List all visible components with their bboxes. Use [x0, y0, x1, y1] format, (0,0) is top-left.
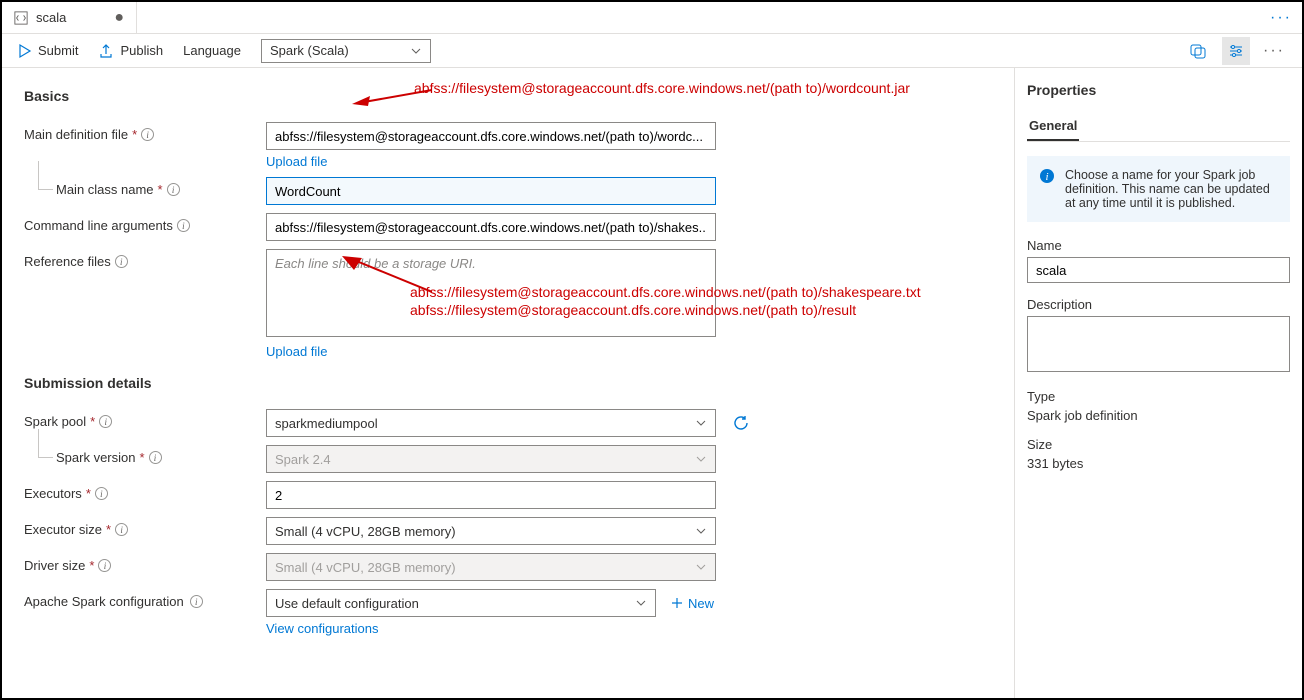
- size-value: 331 bytes: [1027, 456, 1290, 471]
- svg-text:i: i: [1045, 171, 1048, 183]
- required-indicator: *: [89, 558, 94, 573]
- spark-conf-select[interactable]: Use default configuration: [266, 589, 656, 617]
- spark-pool-select[interactable]: sparkmediumpool: [266, 409, 716, 437]
- required-indicator: *: [86, 486, 91, 501]
- info-icon[interactable]: i: [149, 451, 162, 464]
- main-def-label: Main definition file: [24, 127, 128, 142]
- plus-icon: [670, 596, 684, 610]
- properties-heading: Properties: [1027, 82, 1290, 98]
- main-class-label: Main class name: [56, 182, 154, 197]
- driver-size-select: Small (4 vCPU, 28GB memory): [266, 553, 716, 581]
- annotation-text: abfss://filesystem@storageaccount.dfs.co…: [414, 80, 910, 96]
- cmd-args-label: Command line arguments: [24, 218, 173, 233]
- info-icon[interactable]: i: [115, 523, 128, 536]
- required-indicator: *: [158, 182, 163, 197]
- more-dots-icon: ···: [1263, 42, 1285, 60]
- required-indicator: *: [132, 127, 137, 142]
- executor-size-select[interactable]: Small (4 vCPU, 28GB memory): [266, 517, 716, 545]
- info-icon[interactable]: i: [98, 559, 111, 572]
- name-input[interactable]: [1027, 257, 1290, 283]
- help-box: i Choose a name for your Spark job defin…: [1027, 156, 1290, 222]
- spark-conf-label: Apache Spark configuration: [24, 594, 184, 609]
- related-button[interactable]: [1184, 37, 1212, 65]
- view-configurations-link[interactable]: View configurations: [266, 621, 716, 636]
- upload-file-link[interactable]: Upload file: [266, 154, 716, 169]
- required-indicator: *: [139, 450, 144, 465]
- chevron-down-icon: [410, 45, 422, 57]
- spark-version-select: Spark 2.4: [266, 445, 716, 473]
- chevron-down-icon: [695, 561, 707, 573]
- help-text: Choose a name for your Spark job definit…: [1065, 168, 1278, 210]
- main-class-input[interactable]: [266, 177, 716, 205]
- unsaved-indicator-icon: ●: [114, 9, 124, 27]
- spark-version-value: Spark 2.4: [275, 452, 331, 467]
- info-icon[interactable]: i: [177, 219, 190, 232]
- description-textarea[interactable]: [1027, 316, 1290, 372]
- more-toolbar-button[interactable]: ···: [1260, 37, 1288, 65]
- chevron-down-icon: [695, 453, 707, 465]
- submit-button[interactable]: Submit: [16, 43, 78, 59]
- required-indicator: *: [90, 414, 95, 429]
- driver-size-label: Driver size: [24, 558, 85, 573]
- name-label: Name: [1027, 238, 1290, 253]
- size-label: Size: [1027, 437, 1290, 452]
- spark-conf-value: Use default configuration: [275, 596, 419, 611]
- submission-heading: Submission details: [24, 375, 992, 391]
- properties-panel: Properties General i Choose a name for y…: [1014, 68, 1302, 698]
- spark-pool-label: Spark pool: [24, 414, 86, 429]
- language-select[interactable]: Spark (Scala): [261, 39, 431, 63]
- chevron-down-icon: [695, 525, 707, 537]
- tab-title: scala: [36, 10, 66, 25]
- info-filled-icon: i: [1039, 168, 1055, 184]
- main-def-input[interactable]: [266, 122, 716, 150]
- tab-general[interactable]: General: [1027, 112, 1079, 141]
- info-icon[interactable]: i: [99, 415, 112, 428]
- info-icon[interactable]: i: [167, 183, 180, 196]
- file-tab[interactable]: scala ●: [2, 2, 137, 33]
- info-icon[interactable]: i: [115, 255, 128, 268]
- type-label: Type: [1027, 389, 1290, 404]
- info-icon[interactable]: i: [190, 595, 203, 608]
- info-icon[interactable]: i: [95, 487, 108, 500]
- tab-overflow-button[interactable]: ···: [1260, 2, 1302, 33]
- type-value: Spark job definition: [1027, 408, 1290, 423]
- cmd-args-input[interactable]: [266, 213, 716, 241]
- description-label: Description: [1027, 297, 1290, 312]
- language-label: Language: [183, 43, 241, 58]
- annotation-text: abfss://filesystem@storageaccount.dfs.co…: [410, 302, 856, 318]
- spark-version-label: Spark version: [56, 450, 135, 465]
- info-icon[interactable]: i: [141, 128, 154, 141]
- executors-label: Executors: [24, 486, 82, 501]
- executor-size-value: Small (4 vCPU, 28GB memory): [275, 524, 456, 539]
- spark-pool-value: sparkmediumpool: [275, 416, 378, 431]
- publish-label: Publish: [120, 43, 163, 58]
- play-icon: [16, 43, 32, 59]
- publish-button[interactable]: Publish: [98, 43, 163, 59]
- more-dots-icon: ···: [1270, 9, 1292, 27]
- language-value: Spark (Scala): [270, 43, 349, 58]
- upload-file-link[interactable]: Upload file: [266, 344, 716, 359]
- required-indicator: *: [106, 522, 111, 537]
- executors-input[interactable]: [266, 481, 716, 509]
- properties-panel-button[interactable]: [1222, 37, 1250, 65]
- new-config-button[interactable]: New: [670, 596, 714, 611]
- publish-icon: [98, 43, 114, 59]
- settings-sliders-icon: [1227, 42, 1245, 60]
- refresh-icon[interactable]: [732, 414, 750, 432]
- submit-label: Submit: [38, 43, 78, 58]
- driver-size-value: Small (4 vCPU, 28GB memory): [275, 560, 456, 575]
- ref-files-label: Reference files: [24, 254, 111, 269]
- chevron-down-icon: [695, 417, 707, 429]
- chevron-down-icon: [635, 597, 647, 609]
- code-file-icon: [14, 11, 28, 25]
- annotation-text: abfss://filesystem@storageaccount.dfs.co…: [410, 284, 921, 300]
- executor-size-label: Executor size: [24, 522, 102, 537]
- new-label: New: [688, 596, 714, 611]
- related-icon: [1189, 42, 1207, 60]
